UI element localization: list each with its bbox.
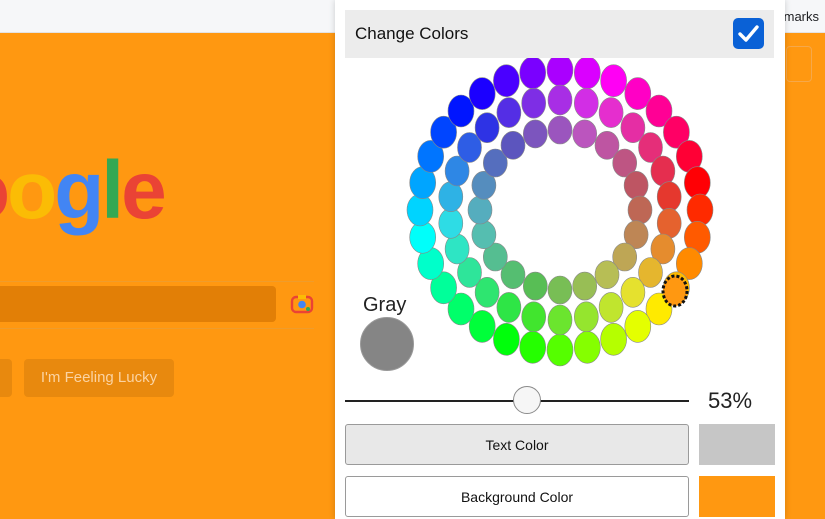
color-swatch[interactable] [547,275,573,305]
color-swatch[interactable] [519,330,546,364]
color-swatch[interactable] [572,119,597,149]
gray-label: Gray [363,294,407,316]
search-divider-bottom [0,328,314,329]
change-colors-panel: Change Colors Gray 53% Text Color Backgr… [335,0,785,519]
color-swatch[interactable] [471,220,497,249]
background-color-button[interactable]: Background Color [345,476,689,517]
color-swatch[interactable] [574,330,601,364]
bookmarks-label[interactable]: marks [784,9,819,24]
color-swatch[interactable] [547,115,573,145]
color-swatch[interactable] [624,310,652,343]
color-swatch[interactable] [547,84,573,116]
color-swatch[interactable] [598,292,624,323]
google-logo: oogle [0,150,167,232]
color-swatch[interactable] [523,119,548,149]
color-swatch[interactable] [620,277,646,308]
color-swatch[interactable] [546,58,574,87]
color-swatch[interactable] [600,64,627,98]
panel-header: Change Colors [345,10,774,58]
search-divider-top [0,281,314,282]
search-input[interactable] [0,286,276,322]
text-color-button[interactable]: Text Color [345,424,689,465]
selected-color-indicator[interactable] [661,274,689,308]
color-swatch[interactable] [574,301,599,333]
google-search-button[interactable] [0,359,12,397]
color-swatch[interactable] [493,64,520,98]
logo-letter: o [7,145,57,236]
logo-letter: l [101,145,124,236]
color-swatch[interactable] [523,271,548,301]
color-swatch[interactable] [468,77,496,110]
color-wheel[interactable] [400,58,720,378]
text-color-swatch[interactable] [699,424,775,465]
logo-letter: g [54,145,104,236]
saturation-percent: 53% [708,388,753,413]
color-swatch[interactable] [546,333,574,367]
color-swatch[interactable] [686,193,714,227]
color-swatch[interactable] [656,181,682,212]
color-swatch[interactable] [623,171,649,200]
color-swatch[interactable] [493,322,520,356]
gray-swatch[interactable] [360,317,414,371]
color-swatch[interactable] [500,131,526,160]
color-swatch[interactable] [547,304,573,336]
color-swatch[interactable] [438,208,464,239]
header-button-outline[interactable] [786,46,812,82]
color-swatch[interactable] [627,195,653,225]
color-swatch[interactable] [650,155,676,187]
color-swatch[interactable] [406,193,434,227]
logo-letter: e [121,145,167,236]
color-swatch[interactable] [496,97,522,128]
color-swatch[interactable] [474,112,500,143]
color-swatch[interactable] [594,260,620,289]
color-swatch[interactable] [444,233,470,265]
color-swatch[interactable] [574,87,599,119]
checkmark-icon [738,25,759,42]
color-swatch[interactable] [598,97,624,128]
color-swatch[interactable] [521,301,546,333]
panel-title: Change Colors [355,24,469,43]
color-swatch[interactable] [574,58,601,89]
color-swatch[interactable] [683,166,711,199]
color-swatch[interactable] [600,322,627,356]
color-swatch[interactable] [656,208,682,239]
background-color-swatch[interactable] [699,476,775,517]
color-swatch[interactable] [521,87,546,119]
saturation-slider-thumb[interactable] [513,386,542,414]
color-swatch[interactable] [496,292,522,323]
color-swatch[interactable] [409,221,437,254]
color-swatch[interactable] [519,58,546,89]
feeling-lucky-button[interactable]: I'm Feeling Lucky [24,359,174,397]
color-swatch[interactable] [467,195,493,225]
enable-checkbox[interactable] [733,18,764,49]
color-swatch[interactable] [438,181,464,212]
lens-camera-icon[interactable] [290,293,314,315]
color-swatch[interactable] [572,271,597,301]
